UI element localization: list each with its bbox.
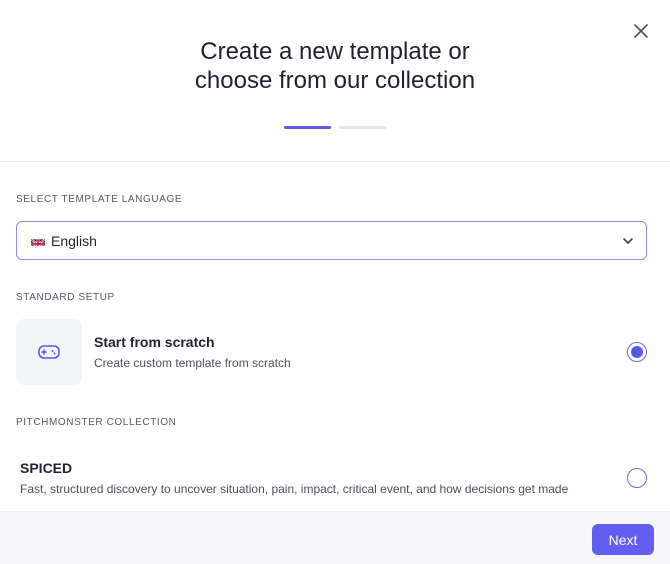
language-select[interactable]: English [16, 221, 647, 260]
title-line-1: Create a new template or [200, 38, 470, 65]
spiced-radio[interactable] [627, 468, 647, 488]
scratch-icon-tile [16, 319, 82, 385]
language-section-label: SELECT TEMPLATE LANGUAGE [16, 194, 183, 205]
page-title: Create a new template or choose from our… [0, 37, 670, 95]
create-template-modal: Create a new template or choose from our… [0, 0, 670, 564]
uk-flag-icon [31, 236, 45, 246]
step-1-indicator [284, 126, 331, 129]
language-select-value: English [51, 232, 97, 249]
spiced-option-title: SPICED [20, 459, 73, 476]
scratch-radio[interactable] [627, 342, 647, 362]
chevron-down-icon [623, 238, 633, 244]
gamepad-icon [38, 345, 60, 359]
scratch-option-title: Start from scratch [94, 333, 215, 350]
scratch-option-description: Create custom template from scratch [94, 355, 291, 370]
step-indicator [0, 126, 670, 129]
modal-footer: Next [0, 511, 670, 564]
standard-setup-section-label: STANDARD SETUP [16, 292, 115, 303]
next-button[interactable]: Next [592, 524, 654, 555]
spiced-option-text: SPICED Fast, structured discovery to unc… [20, 460, 647, 497]
modal-header: Create a new template or choose from our… [0, 0, 670, 162]
start-from-scratch-option[interactable]: Start from scratch Create custom templat… [16, 319, 647, 385]
spiced-option-description: Fast, structured discovery to uncover si… [20, 481, 569, 496]
spiced-template-option[interactable]: SPICED Fast, structured discovery to unc… [20, 458, 647, 498]
collection-section-label: PITCHMONSTER COLLECTION [16, 417, 177, 428]
scratch-option-text: Start from scratch Create custom templat… [94, 334, 647, 371]
title-line-2: choose from our collection [194, 67, 476, 94]
step-2-indicator [339, 126, 386, 129]
